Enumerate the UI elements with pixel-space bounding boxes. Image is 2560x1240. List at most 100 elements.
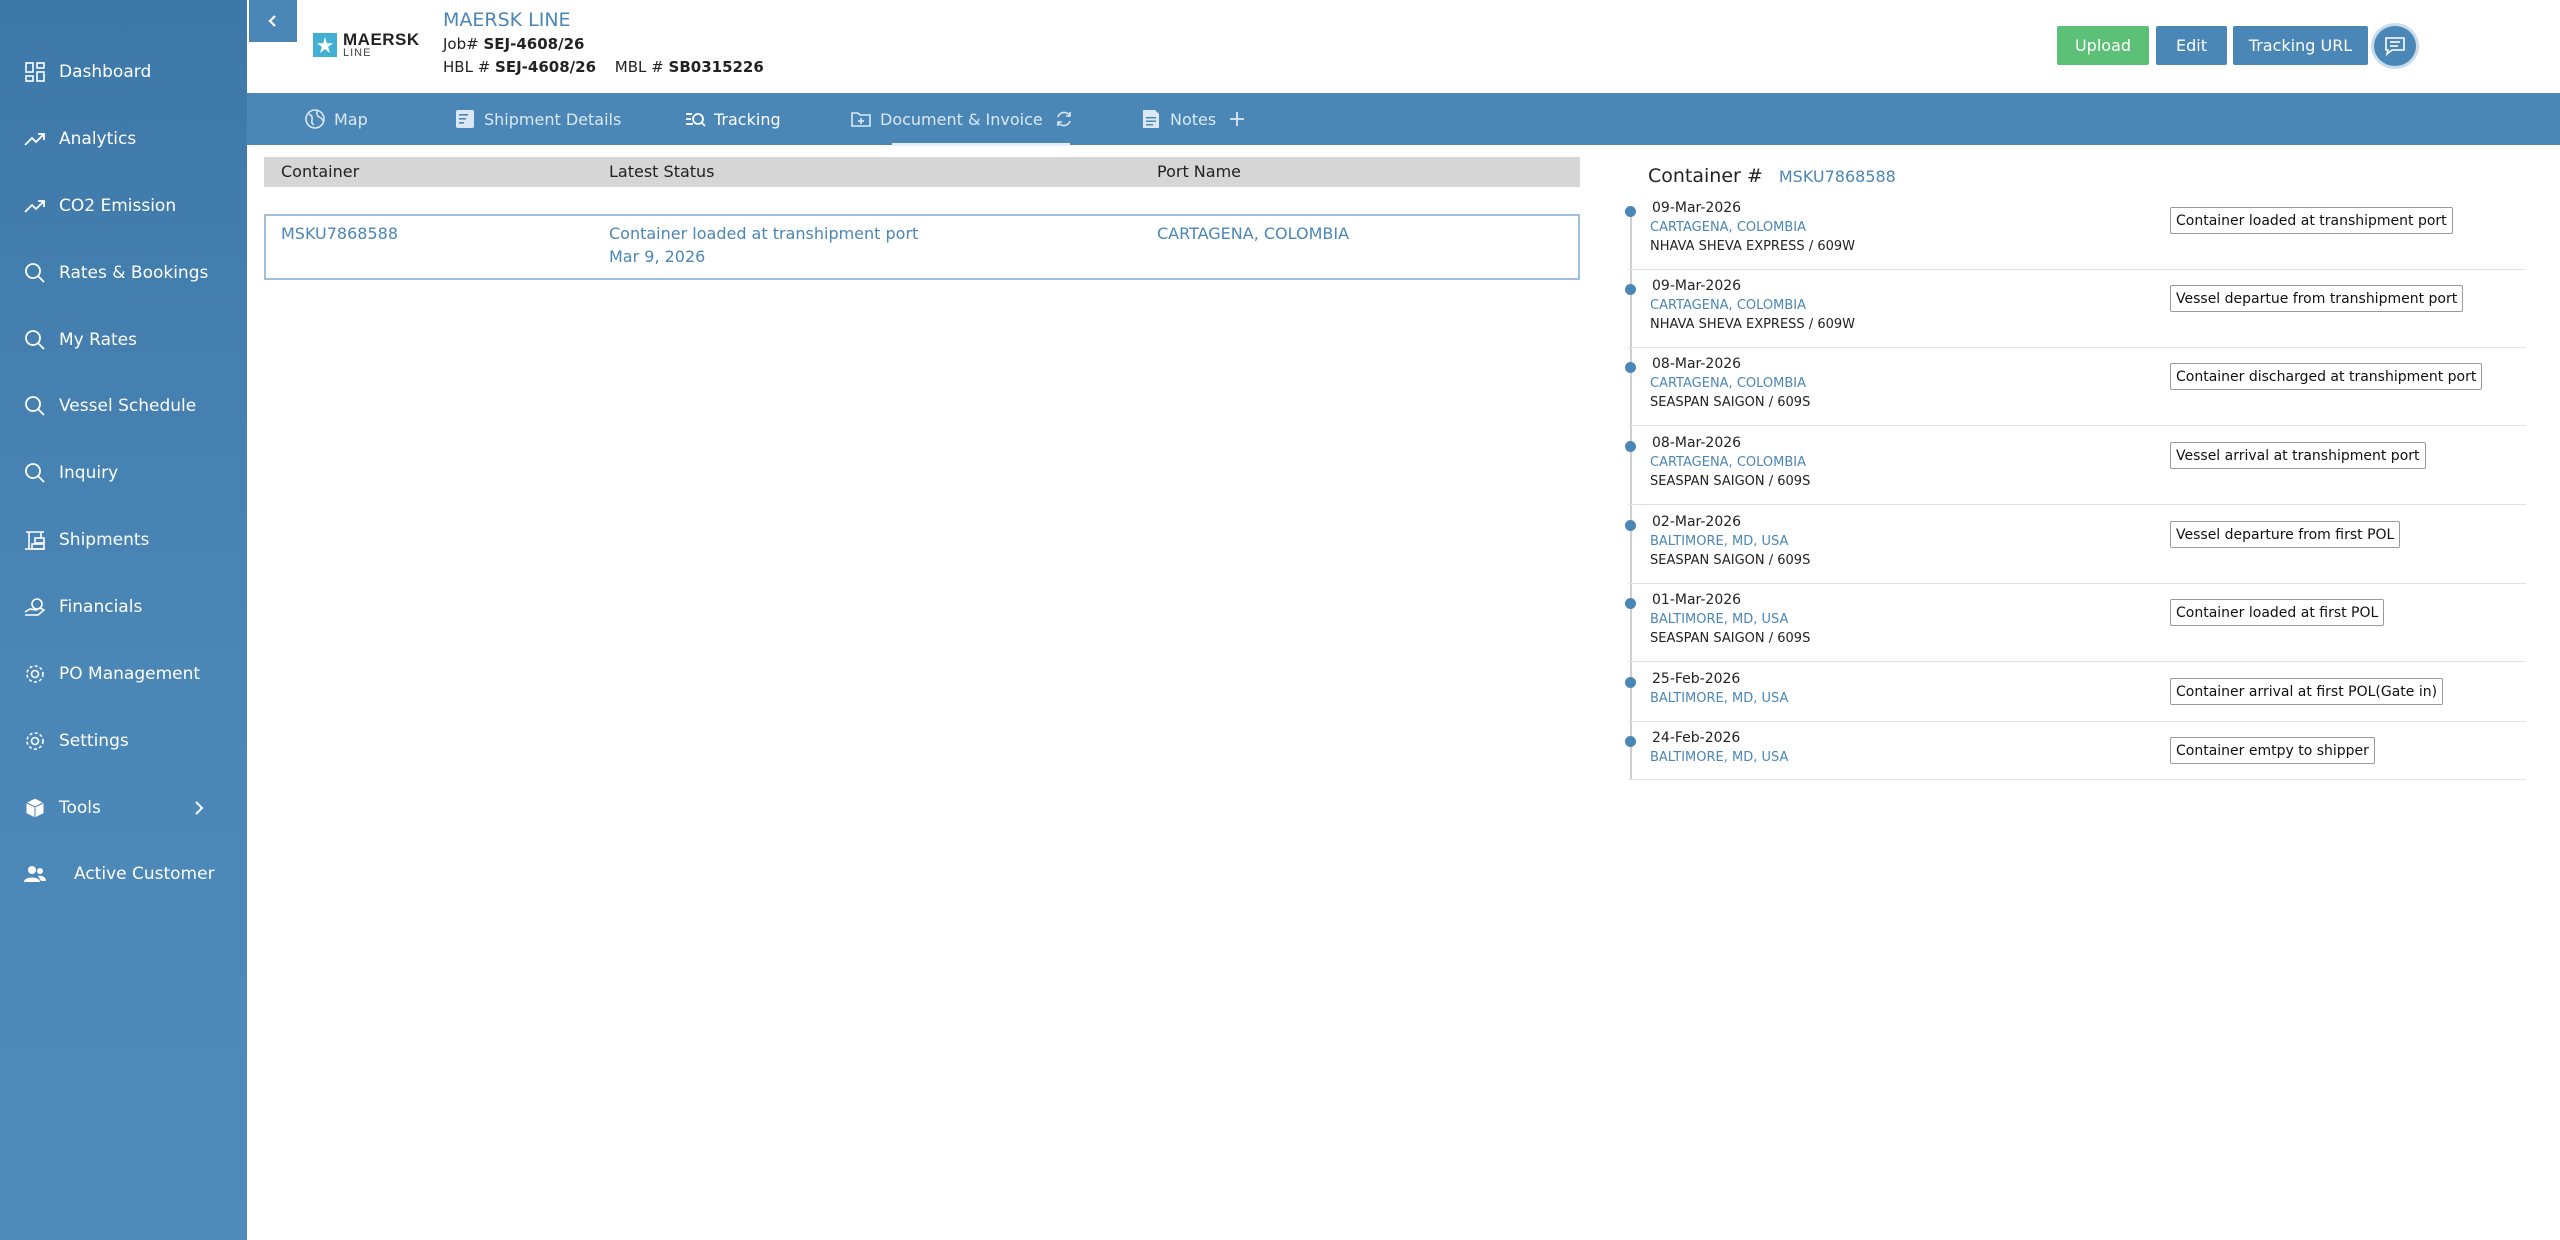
event-date: 09-Mar-2026	[1652, 278, 1742, 294]
timeline-event: 09-Mar-2026 CARTAGENA, COLOMBIA NHAVA SH…	[1625, 200, 2526, 270]
event-port: CARTAGENA, COLOMBIA	[1650, 376, 1807, 391]
column-header: Container	[281, 162, 360, 181]
sidebar-item-label: Vessel Schedule	[59, 396, 197, 416]
container-number-link[interactable]: MSKU7868588	[281, 224, 398, 243]
timeline-dot	[1625, 441, 1636, 452]
timeline-dot	[1625, 736, 1636, 747]
sidebar-item-label: My Rates	[59, 330, 137, 350]
sidebar-item-inquiry[interactable]: Inquiry	[0, 448, 247, 498]
column-header: Port Name	[1157, 162, 1242, 181]
timeline-event: 02-Mar-2026 BALTIMORE, MD, USA SEASPAN S…	[1625, 514, 2526, 584]
timeline-event: 01-Mar-2026 BALTIMORE, MD, USA SEASPAN S…	[1625, 592, 2526, 662]
tab-label: Notes	[1170, 109, 1217, 129]
event-date: 24-Feb-2026	[1652, 730, 1741, 746]
edit-button[interactable]: Edit	[2156, 26, 2227, 65]
search-icon	[22, 393, 48, 419]
event-port: CARTAGENA, COLOMBIA	[1650, 220, 1807, 235]
sidebar-item-analytics[interactable]: Analytics	[0, 114, 247, 164]
timeline-event: 25-Feb-2026 BALTIMORE, MD, USA Container…	[1625, 671, 2526, 722]
timeline-dot	[1625, 520, 1636, 531]
timeline-dot	[1625, 206, 1636, 217]
sidebar-item-label: CO2 Emission	[59, 196, 177, 216]
sidebar-item-shipments[interactable]: Shipments	[0, 515, 247, 565]
tab-document-invoice[interactable]: Document & Invoice	[850, 93, 1083, 145]
job-number: Job# SEJ-4608/26	[443, 35, 584, 53]
event-port: CARTAGENA, COLOMBIA	[1650, 455, 1807, 470]
sidebar-item-financials[interactable]: Financials	[0, 582, 247, 632]
users-icon	[22, 861, 48, 887]
timeline-dot	[1625, 677, 1636, 688]
crane-icon	[22, 527, 48, 553]
refresh-icon[interactable]	[1053, 108, 1075, 130]
collapse-sidebar-button[interactable]	[249, 0, 297, 42]
sidebar-item-tools[interactable]: Tools	[0, 783, 247, 833]
chevron-left-icon	[268, 15, 276, 27]
timeline-event: 09-Mar-2026 CARTAGENA, COLOMBIA NHAVA SH…	[1625, 278, 2526, 348]
event-date: 25-Feb-2026	[1652, 671, 1741, 687]
search-icon	[22, 327, 48, 353]
tab-tracking[interactable]: Tracking	[684, 93, 781, 145]
event-port: BALTIMORE, MD, USA	[1650, 612, 1789, 627]
sidebar-item-settings[interactable]: Settings	[0, 716, 247, 766]
money-icon	[22, 594, 48, 620]
tab-notes[interactable]: Notes	[1140, 93, 1256, 145]
maersk-star-icon	[313, 33, 337, 57]
timeline-event: 24-Feb-2026 BALTIMORE, MD, USA Container…	[1625, 730, 2526, 780]
sidebar-item-my-rates[interactable]: My Rates	[0, 315, 247, 365]
timeline-dot	[1625, 284, 1636, 295]
table-row[interactable]: MSKU7868588 Container loaded at tranship…	[264, 214, 1580, 280]
column-header: Latest Status	[609, 162, 715, 181]
search-icon	[22, 460, 48, 486]
sidebar-item-label: Financials	[59, 597, 143, 617]
event-description: Vessel departue from transhipment port	[2170, 285, 2464, 312]
hbl-label: HBL #	[443, 58, 491, 76]
chat-button[interactable]	[2374, 26, 2416, 66]
tracking-url-button[interactable]: Tracking URL	[2233, 26, 2368, 65]
event-port: BALTIMORE, MD, USA	[1650, 691, 1789, 706]
event-port: BALTIMORE, MD, USA	[1650, 750, 1789, 765]
gear-icon	[22, 661, 48, 687]
event-vessel: SEASPAN SAIGON / 609S	[1650, 474, 1811, 489]
event-date: 02-Mar-2026	[1652, 514, 1742, 530]
sidebar: Dashboard Analytics CO2 Emission Rates &…	[0, 0, 247, 1240]
sidebar-item-vessel-schedule[interactable]: Vessel Schedule	[0, 381, 247, 431]
sidebar-item-label: Rates & Bookings	[59, 263, 209, 283]
event-date: 09-Mar-2026	[1652, 200, 1742, 216]
event-description: Container discharged at transhipment por…	[2170, 363, 2483, 390]
latest-status-date: Mar 9, 2026	[609, 247, 706, 266]
sidebar-item-active-customer[interactable]: Active Customer	[0, 849, 247, 899]
sidebar-item-label: PO Management	[59, 664, 201, 684]
plus-icon[interactable]	[1226, 108, 1248, 130]
timeline-event: 08-Mar-2026 CARTAGENA, COLOMBIA SEASPAN …	[1625, 435, 2526, 505]
sidebar-item-co2-emission[interactable]: CO2 Emission	[0, 181, 247, 231]
tab-label: Map	[334, 109, 368, 129]
event-description: Container loaded at first POL	[2170, 599, 2385, 626]
tab-bar: Map Shipment Details Tracking Document &…	[247, 93, 2560, 146]
timeline-dot	[1625, 598, 1636, 609]
upload-button[interactable]: Upload	[2057, 26, 2149, 65]
event-description: Container emtpy to shipper	[2170, 737, 2375, 764]
job-label: Job#	[443, 35, 479, 53]
document-edit-icon	[454, 108, 476, 130]
search-icon	[22, 260, 48, 286]
gear-icon	[22, 728, 48, 754]
container-table-header: Container Latest Status Port Name	[264, 157, 1580, 187]
sidebar-item-label: Dashboard	[59, 62, 152, 82]
mbl-label: MBL #	[614, 58, 664, 76]
timeline-title: Container # MSKU7868588	[1648, 165, 1896, 187]
trend-icon	[22, 126, 48, 152]
event-date: 01-Mar-2026	[1652, 592, 1742, 608]
globe-icon	[304, 108, 326, 130]
bl-numbers: HBL # SEJ-4608/26 MBL # SB0315226	[443, 58, 764, 76]
event-vessel: SEASPAN SAIGON / 609S	[1650, 395, 1811, 410]
event-vessel: SEASPAN SAIGON / 609S	[1650, 553, 1811, 568]
tab-map[interactable]: Map	[304, 93, 368, 145]
sidebar-item-dashboard[interactable]: Dashboard	[0, 47, 247, 97]
sidebar-item-po-management[interactable]: PO Management	[0, 649, 247, 699]
sidebar-item-rates-bookings[interactable]: Rates & Bookings	[0, 248, 247, 298]
hbl-value: SEJ-4608/26	[495, 58, 597, 76]
tab-shipment-details[interactable]: Shipment Details	[454, 93, 621, 145]
event-description: Container loaded at transhipment port	[2170, 207, 2453, 234]
logo-text: MAERSK	[343, 30, 420, 49]
job-value: SEJ-4608/26	[483, 35, 585, 53]
